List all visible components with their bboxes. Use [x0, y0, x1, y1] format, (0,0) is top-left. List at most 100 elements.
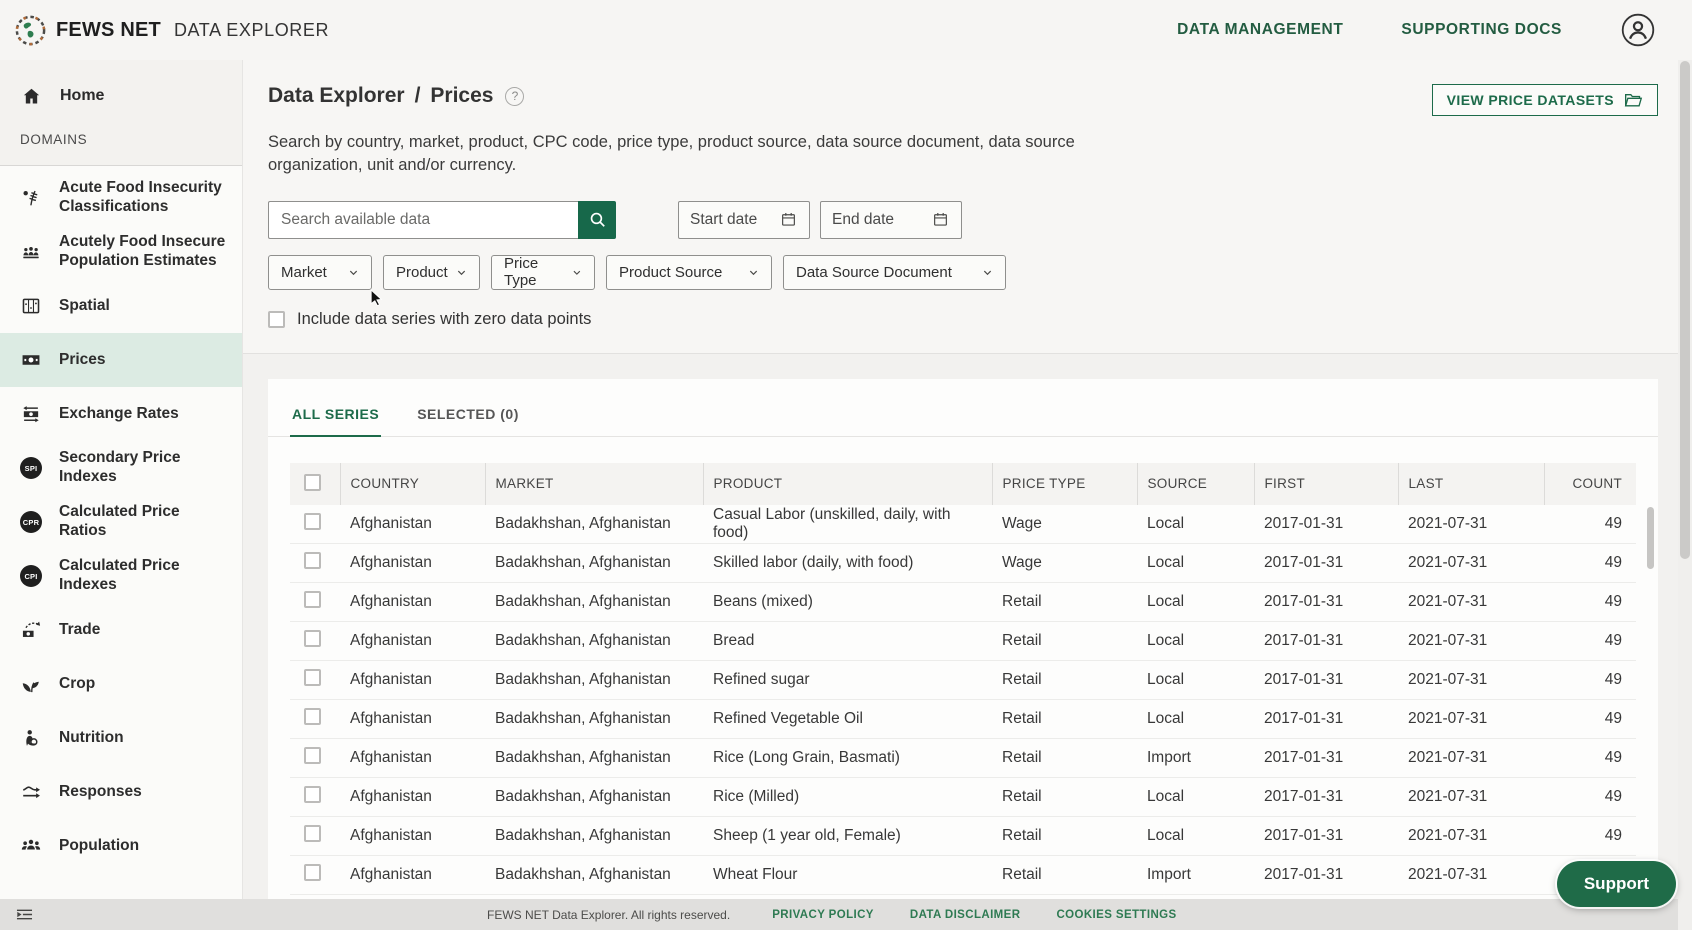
- sidebar-item-secondary-price-indexes[interactable]: SPISecondary Price Indexes: [0, 441, 242, 495]
- cell-source: Local: [1137, 700, 1254, 739]
- footer-link-data-disclaimer[interactable]: DATA DISCLAIMER: [910, 909, 1021, 921]
- chevron-down-icon: [745, 264, 762, 281]
- select-all-checkbox[interactable]: [304, 474, 321, 491]
- people-group-icon: [19, 835, 43, 857]
- footer-link-privacy-policy[interactable]: PRIVACY POLICY: [772, 909, 874, 921]
- row-checkbox-cell: [290, 622, 340, 661]
- sidebar-item-label: Exchange Rates: [59, 405, 179, 424]
- row-checkbox[interactable]: [304, 552, 321, 569]
- cell-source: Local: [1137, 544, 1254, 583]
- row-checkbox[interactable]: [304, 786, 321, 803]
- cell-country: Afghanistan: [340, 856, 485, 895]
- view-price-datasets-button[interactable]: VIEW PRICE DATASETS: [1432, 84, 1658, 116]
- cell-last: 2021-07-31: [1398, 661, 1544, 700]
- cell-first: 2017-01-31: [1254, 622, 1398, 661]
- column-header-country[interactable]: COUNTRY: [340, 463, 485, 505]
- help-icon[interactable]: ?: [505, 87, 524, 106]
- column-header-last[interactable]: LAST: [1398, 463, 1544, 505]
- end-date-field[interactable]: End date: [820, 201, 962, 239]
- sidebar-item-spatial[interactable]: Spatial: [0, 279, 242, 333]
- row-checkbox[interactable]: [304, 825, 321, 842]
- table-row[interactable]: AfghanistanBadakhshan, AfghanistanSheep …: [290, 817, 1636, 856]
- start-date-field[interactable]: Start date: [678, 201, 810, 239]
- sidebar-item-nutrition[interactable]: Nutrition: [0, 711, 242, 765]
- column-header-product[interactable]: PRODUCT: [703, 463, 992, 505]
- table-row[interactable]: AfghanistanBadakhshan, AfghanistanRefine…: [290, 661, 1636, 700]
- table-scrollbar[interactable]: [1647, 507, 1654, 569]
- start-date-label: Start date: [690, 211, 757, 229]
- cell-first: 2017-01-31: [1254, 739, 1398, 778]
- table-row[interactable]: AfghanistanBadakhshan, AfghanistanWheat …: [290, 856, 1636, 895]
- breadcrumb-root[interactable]: Data Explorer: [268, 84, 405, 108]
- sidebar-item-population[interactable]: Population: [0, 819, 242, 873]
- nav-link-supporting-docs[interactable]: SUPPORTING DOCS: [1401, 21, 1562, 39]
- sidebar-item-exchange-rates[interactable]: Exchange Rates: [0, 387, 242, 441]
- table-row[interactable]: AfghanistanBadakhshan, AfghanistanBeans …: [290, 583, 1636, 622]
- row-checkbox[interactable]: [304, 669, 321, 686]
- filter-label: Market: [281, 264, 327, 281]
- map-icon: [20, 295, 42, 317]
- column-header-count[interactable]: COUNT: [1544, 463, 1636, 505]
- sidebar-item-home[interactable]: Home: [0, 72, 242, 120]
- trade-icon: [19, 619, 43, 641]
- support-button[interactable]: Support: [1557, 861, 1676, 907]
- collapse-sidebar-button[interactable]: [13, 904, 35, 926]
- table-row[interactable]: AfghanistanBadakhshan, AfghanistanRefine…: [290, 700, 1636, 739]
- table-row[interactable]: AfghanistanBadakhshan, AfghanistanRice (…: [290, 778, 1636, 817]
- column-header-first[interactable]: FIRST: [1254, 463, 1398, 505]
- cell-market: Badakhshan, Afghanistan: [485, 778, 703, 817]
- sidebar-item-calculated-price-indexes[interactable]: CPICalculated Price Indexes: [0, 549, 242, 603]
- zero-data-checkbox[interactable]: [268, 311, 285, 328]
- table-row[interactable]: AfghanistanBadakhshan, AfghanistanRice (…: [290, 739, 1636, 778]
- row-checkbox-cell: [290, 739, 340, 778]
- filter-dropdown-price-type[interactable]: Price Type: [491, 255, 595, 290]
- nav-link-data-management[interactable]: DATA MANAGEMENT: [1177, 21, 1343, 39]
- breadcrumb: Data Explorer / Prices ?: [268, 84, 524, 108]
- tab-all-series[interactable]: ALL SERIES: [290, 379, 381, 437]
- tab-selected-0[interactable]: SELECTED (0): [415, 379, 521, 437]
- column-header-source[interactable]: SOURCE: [1137, 463, 1254, 505]
- cpr-badge-icon: CPR: [19, 511, 43, 533]
- account-button[interactable]: [1620, 12, 1656, 48]
- cell-last: 2021-07-31: [1398, 856, 1544, 895]
- cell-market: Badakhshan, Afghanistan: [485, 700, 703, 739]
- sidebar-item-acutely-food-insecure-population-estimates[interactable]: Acutely Food Insecure Population Estimat…: [0, 225, 242, 279]
- filter-dropdown-product-source[interactable]: Product Source: [606, 255, 772, 290]
- filter-dropdown-data-source-document[interactable]: Data Source Document: [783, 255, 1006, 290]
- filter-label: Data Source Document: [796, 264, 952, 281]
- row-checkbox[interactable]: [304, 747, 321, 764]
- row-checkbox[interactable]: [304, 630, 321, 647]
- footer-link-cookies-settings[interactable]: COOKIES SETTINGS: [1056, 909, 1176, 921]
- filter-dropdown-market[interactable]: Market: [268, 255, 372, 290]
- sidebar-item-trade[interactable]: Trade: [0, 603, 242, 657]
- spi-badge-icon: SPI: [20, 457, 42, 479]
- page-scrollbar[interactable]: [1678, 60, 1692, 930]
- column-header-market[interactable]: MARKET: [485, 463, 703, 505]
- search-button[interactable]: [578, 201, 616, 239]
- page-scrollbar-thumb[interactable]: [1680, 61, 1690, 559]
- search-input[interactable]: [268, 201, 578, 239]
- collapse-sidebar-icon: [14, 904, 35, 925]
- cell-price_type: Retail: [992, 817, 1137, 856]
- row-checkbox[interactable]: [304, 864, 321, 881]
- column-header-price-type[interactable]: PRICE TYPE: [992, 463, 1137, 505]
- row-checkbox[interactable]: [304, 708, 321, 725]
- sidebar-item-calculated-price-ratios[interactable]: CPRCalculated Price Ratios: [0, 495, 242, 549]
- cell-source: Local: [1137, 505, 1254, 544]
- row-checkbox[interactable]: [304, 513, 321, 530]
- sidebar-item-responses[interactable]: Responses: [0, 765, 242, 819]
- table-row[interactable]: AfghanistanBadakhshan, AfghanistanBreadR…: [290, 622, 1636, 661]
- cell-country: Afghanistan: [340, 661, 485, 700]
- sidebar-item-prices[interactable]: Prices: [0, 333, 242, 387]
- cell-source: Local: [1137, 583, 1254, 622]
- results-card: ALL SERIES SELECTED (0) COUNTRYMARKETPROD…: [268, 379, 1658, 930]
- cell-first: 2017-01-31: [1254, 583, 1398, 622]
- sidebar-item-acute-food-insecurity-classifications[interactable]: Acute Food Insecurity Classifications: [0, 171, 242, 225]
- search-box: [268, 201, 616, 239]
- table-row[interactable]: AfghanistanBadakhshan, AfghanistanCasual…: [290, 505, 1636, 544]
- row-checkbox[interactable]: [304, 591, 321, 608]
- sidebar: Home DOMAINS Acute Food Insecurity Class…: [0, 60, 243, 930]
- sidebar-item-crop[interactable]: Crop: [0, 657, 242, 711]
- table-row[interactable]: AfghanistanBadakhshan, AfghanistanSkille…: [290, 544, 1636, 583]
- filter-dropdown-product[interactable]: Product: [383, 255, 480, 290]
